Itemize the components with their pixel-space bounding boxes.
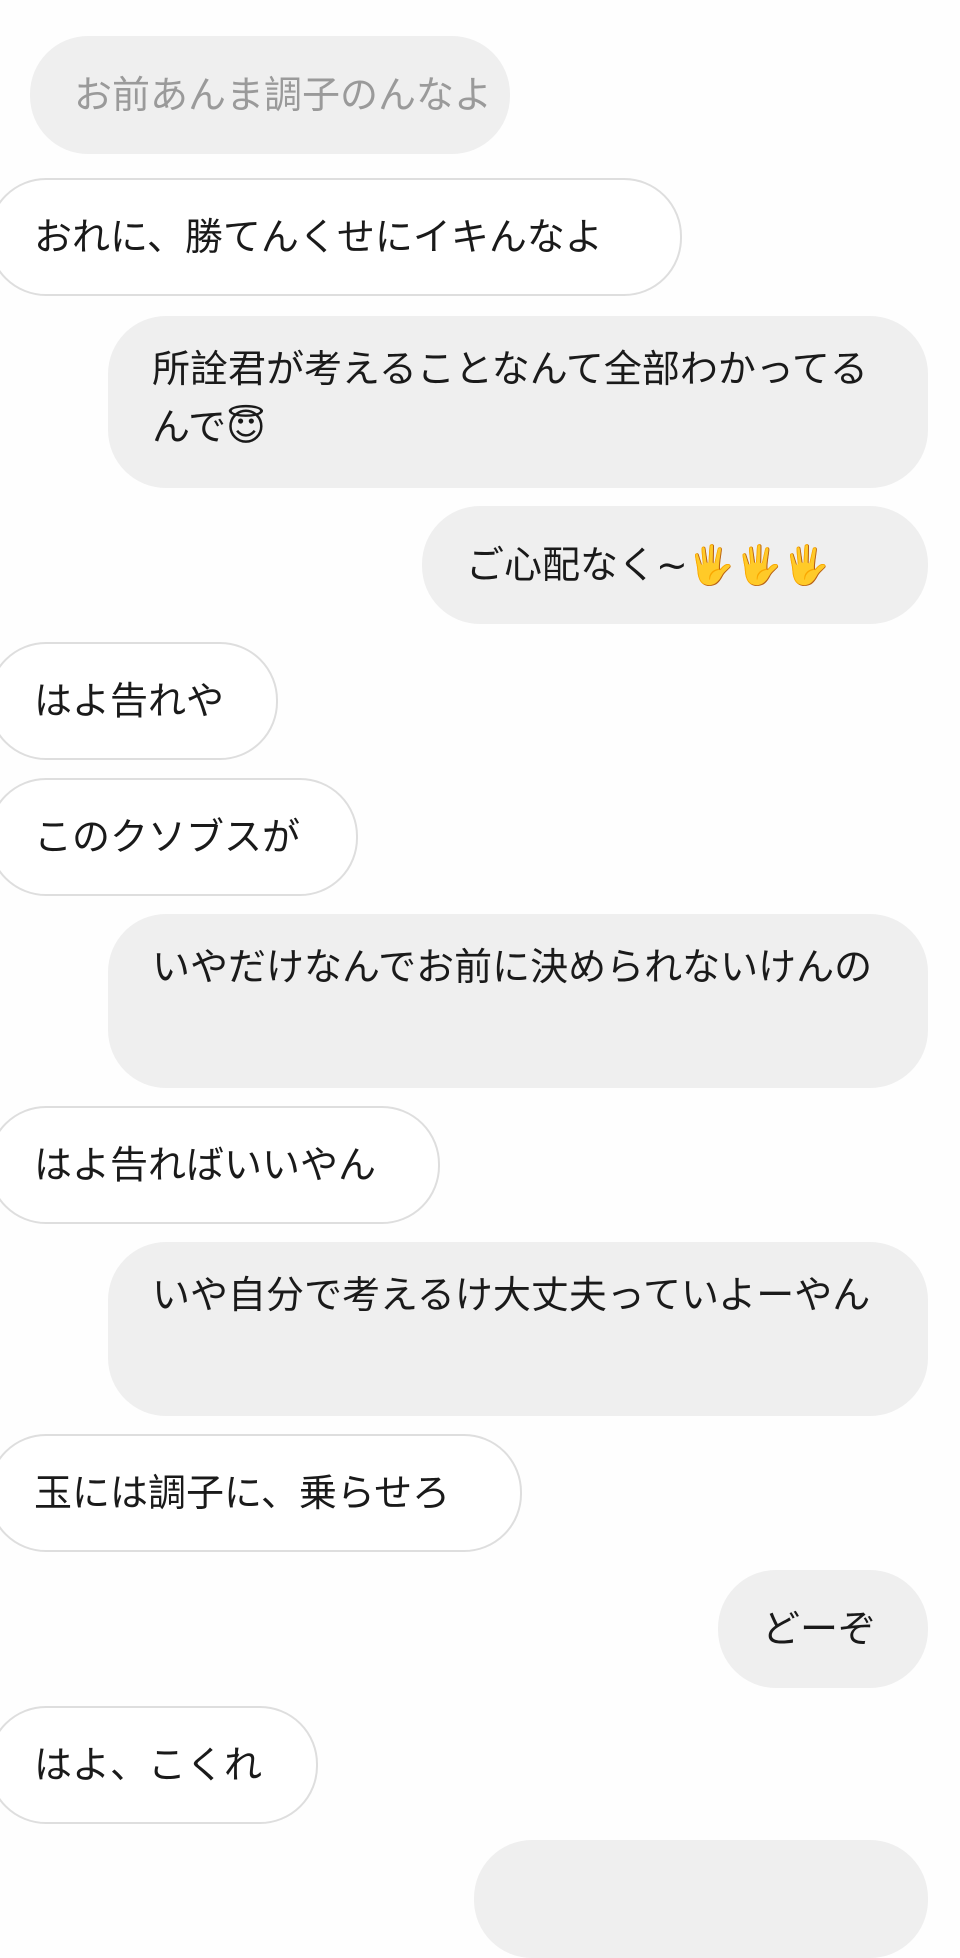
message-text: お前あんま調子のんなよ <box>74 73 493 117</box>
message-text: はよ告ればいいやん <box>34 1143 377 1187</box>
message-text: いやだけなんでお前に決められないけんの <box>152 945 873 989</box>
message-text: どーぞ <box>762 1607 877 1651</box>
message-incoming[interactable]: 玉には調子に、乗らせろ <box>0 1434 522 1552</box>
message-text: いや自分で考えるけ大丈夫っていよーやん <box>152 1273 871 1317</box>
message-text: おれに、勝てんくせにイキんなよ <box>34 215 603 259</box>
message-text: 所詮君が考えることなんて全部わかってるんで😇 <box>152 347 868 449</box>
message-incoming[interactable]: はよ告ればいいやん <box>0 1106 440 1224</box>
message-outgoing[interactable]: いや自分で考えるけ大丈夫っていよーやん <box>108 1242 928 1416</box>
message-text: ご心配なく~🖐🖐🖐 <box>466 543 830 587</box>
message-incoming[interactable]: はよ告れや <box>0 642 278 760</box>
message-outgoing[interactable]: 所詮君が考えることなんて全部わかってるんで😇 <box>108 316 928 488</box>
message-incoming[interactable]: このクソブスが <box>0 778 358 896</box>
message-outgoing[interactable]: ご心配なく~🖐🖐🖐 <box>422 506 928 624</box>
message-outgoing[interactable]: いやだけなんでお前に決められないけんの <box>108 914 928 1088</box>
message-outgoing-partial[interactable] <box>474 1840 928 1958</box>
message-outgoing[interactable]: どーぞ <box>718 1570 928 1688</box>
message-incoming[interactable]: お前あんま調子のんなよ <box>30 36 510 154</box>
message-text: このクソブスが <box>34 815 301 859</box>
message-incoming[interactable]: はよ、こくれ <box>0 1706 318 1824</box>
message-text: 玉には調子に、乗らせろ <box>34 1471 451 1515</box>
message-incoming[interactable]: おれに、勝てんくせにイキんなよ <box>0 178 682 296</box>
message-text: はよ、こくれ <box>34 1743 263 1787</box>
message-text: はよ告れや <box>34 679 225 723</box>
clipped-message-remnant <box>190 0 220 1</box>
